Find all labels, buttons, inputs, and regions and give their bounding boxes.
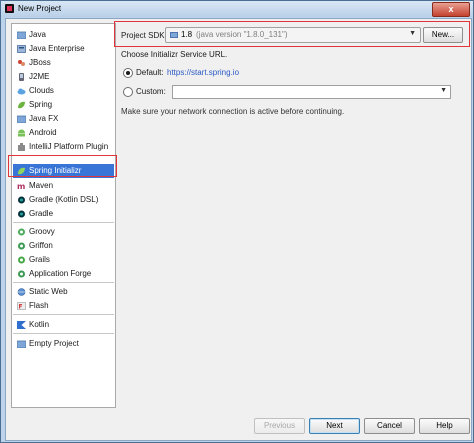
sidebar-item-label: Grails	[29, 255, 50, 264]
j2me-icon	[19, 73, 24, 81]
javafx-icon	[17, 115, 26, 123]
sidebar-item-static-web[interactable]: Static Web	[13, 285, 114, 299]
default-url-link[interactable]: https://start.spring.io	[167, 68, 239, 77]
grails-icon	[18, 256, 25, 264]
flash-icon: F	[17, 302, 26, 310]
griffon-icon	[18, 242, 25, 250]
previous-button[interactable]: Previous	[254, 418, 305, 434]
sidebar-item-intellij-platform-plugin[interactable]: IntelliJ Platform Plugin	[13, 140, 114, 154]
groovy-icon	[18, 228, 25, 236]
sidebar-item-label: Kotlin	[29, 320, 50, 329]
sidebar-item-j2me[interactable]: J2ME	[13, 70, 114, 84]
sidebar-item-label: Android	[29, 128, 57, 137]
sidebar-item-clouds[interactable]: Clouds	[13, 84, 114, 98]
maven-icon: m	[17, 182, 25, 190]
clouds-icon	[17, 88, 26, 95]
gradle-kotlin-icon	[18, 196, 25, 204]
divider	[13, 333, 114, 334]
initializr-settings-panel: Project SDK: 1.8 (java version "1.8.0_13…	[118, 23, 468, 406]
custom-url-label: Custom:	[136, 87, 166, 96]
sidebar-item-label: J2ME	[29, 72, 50, 81]
sidebar-item-label: Flash	[29, 301, 49, 310]
sidebar-item-label: Gradle	[29, 209, 54, 218]
intellij-app-icon	[5, 4, 14, 13]
dialog-body: Java Java Enterprise JBoss J2ME Clouds S…	[5, 18, 472, 441]
sidebar-item-label: Java FX	[29, 114, 59, 123]
application-forge-icon	[18, 270, 25, 278]
java-folder-icon	[17, 31, 26, 39]
sidebar-item-griffon[interactable]: Griffon	[13, 239, 114, 253]
divider	[13, 314, 114, 315]
svg-text:F: F	[19, 304, 23, 311]
sidebar-item-javafx[interactable]: Java FX	[13, 112, 114, 126]
annotation-highlight-box	[114, 21, 470, 47]
sidebar-item-label: IntelliJ Platform Plugin	[29, 142, 109, 151]
sidebar-item-jboss[interactable]: JBoss	[13, 56, 114, 70]
sidebar-item-java-enterprise[interactable]: Java Enterprise	[13, 42, 114, 56]
kotlin-icon	[17, 321, 26, 329]
svg-text:m: m	[17, 182, 25, 190]
sidebar-item-java[interactable]: Java	[13, 28, 114, 42]
sidebar-item-label: Application Forge	[29, 269, 92, 278]
divider	[13, 222, 114, 223]
default-url-radio[interactable]	[123, 68, 133, 78]
sidebar-item-label: Static Web	[29, 287, 68, 296]
sidebar-item-grails[interactable]: Grails	[13, 253, 114, 267]
android-icon	[18, 129, 25, 137]
sidebar-item-kotlin[interactable]: Kotlin	[13, 318, 114, 332]
sidebar-item-flash[interactable]: F Flash	[13, 299, 114, 313]
sidebar-item-application-forge[interactable]: Application Forge	[13, 267, 114, 281]
sidebar-item-label: Empty Project	[29, 339, 79, 348]
sidebar-item-label: Java	[29, 30, 46, 39]
annotation-highlight-box	[8, 155, 117, 177]
custom-url-input[interactable]: ▼	[172, 85, 451, 99]
dialog-footer: Previous Next Cancel Help	[6, 414, 471, 440]
network-note: Make sure your network connection is act…	[121, 107, 345, 116]
empty-project-icon	[17, 340, 26, 348]
sidebar-item-label: Maven	[29, 181, 54, 190]
new-project-window: New Project x Java Java Enterprise JBoss…	[0, 0, 474, 443]
jboss-icon	[18, 60, 25, 66]
gradle-icon	[18, 210, 25, 218]
help-button[interactable]: Help	[419, 418, 470, 434]
window-title: New Project	[18, 4, 62, 13]
sidebar-item-label: JBoss	[29, 58, 51, 67]
project-type-list: Java Java Enterprise JBoss J2ME Clouds S…	[11, 23, 116, 408]
static-web-icon	[17, 288, 26, 296]
sidebar-item-spring[interactable]: Spring	[13, 98, 114, 112]
default-url-label: Default:	[136, 68, 164, 77]
sidebar-item-label: Java Enterprise	[29, 44, 85, 53]
close-button[interactable]: x	[432, 2, 470, 17]
sidebar-item-gradle[interactable]: Gradle	[13, 207, 114, 221]
plugin-icon	[18, 143, 25, 151]
sidebar-item-maven[interactable]: m Maven	[13, 179, 114, 193]
custom-url-radio[interactable]	[123, 87, 133, 97]
sidebar-item-label: Spring	[29, 100, 53, 109]
sidebar-item-label: Clouds	[29, 86, 54, 95]
spring-icon	[18, 101, 25, 109]
title-bar[interactable]: New Project x	[1, 1, 473, 17]
sidebar-item-label: Griffon	[29, 241, 53, 250]
sidebar-item-empty-project[interactable]: Empty Project	[13, 337, 114, 351]
sidebar-item-android[interactable]: Android	[13, 126, 114, 140]
choose-url-label: Choose Initializr Service URL.	[121, 50, 228, 59]
sidebar-item-label: Groovy	[29, 227, 55, 236]
divider	[13, 282, 114, 283]
next-button[interactable]: Next	[309, 418, 360, 434]
java-enterprise-icon	[17, 45, 26, 53]
cancel-button[interactable]: Cancel	[364, 418, 415, 434]
sidebar-item-label: Gradle (Kotlin DSL)	[29, 195, 99, 204]
chevron-down-icon: ▼	[440, 87, 447, 94]
sidebar-item-groovy[interactable]: Groovy	[13, 225, 114, 239]
sidebar-item-gradle-kotlin-dsl[interactable]: Gradle (Kotlin DSL)	[13, 193, 114, 207]
